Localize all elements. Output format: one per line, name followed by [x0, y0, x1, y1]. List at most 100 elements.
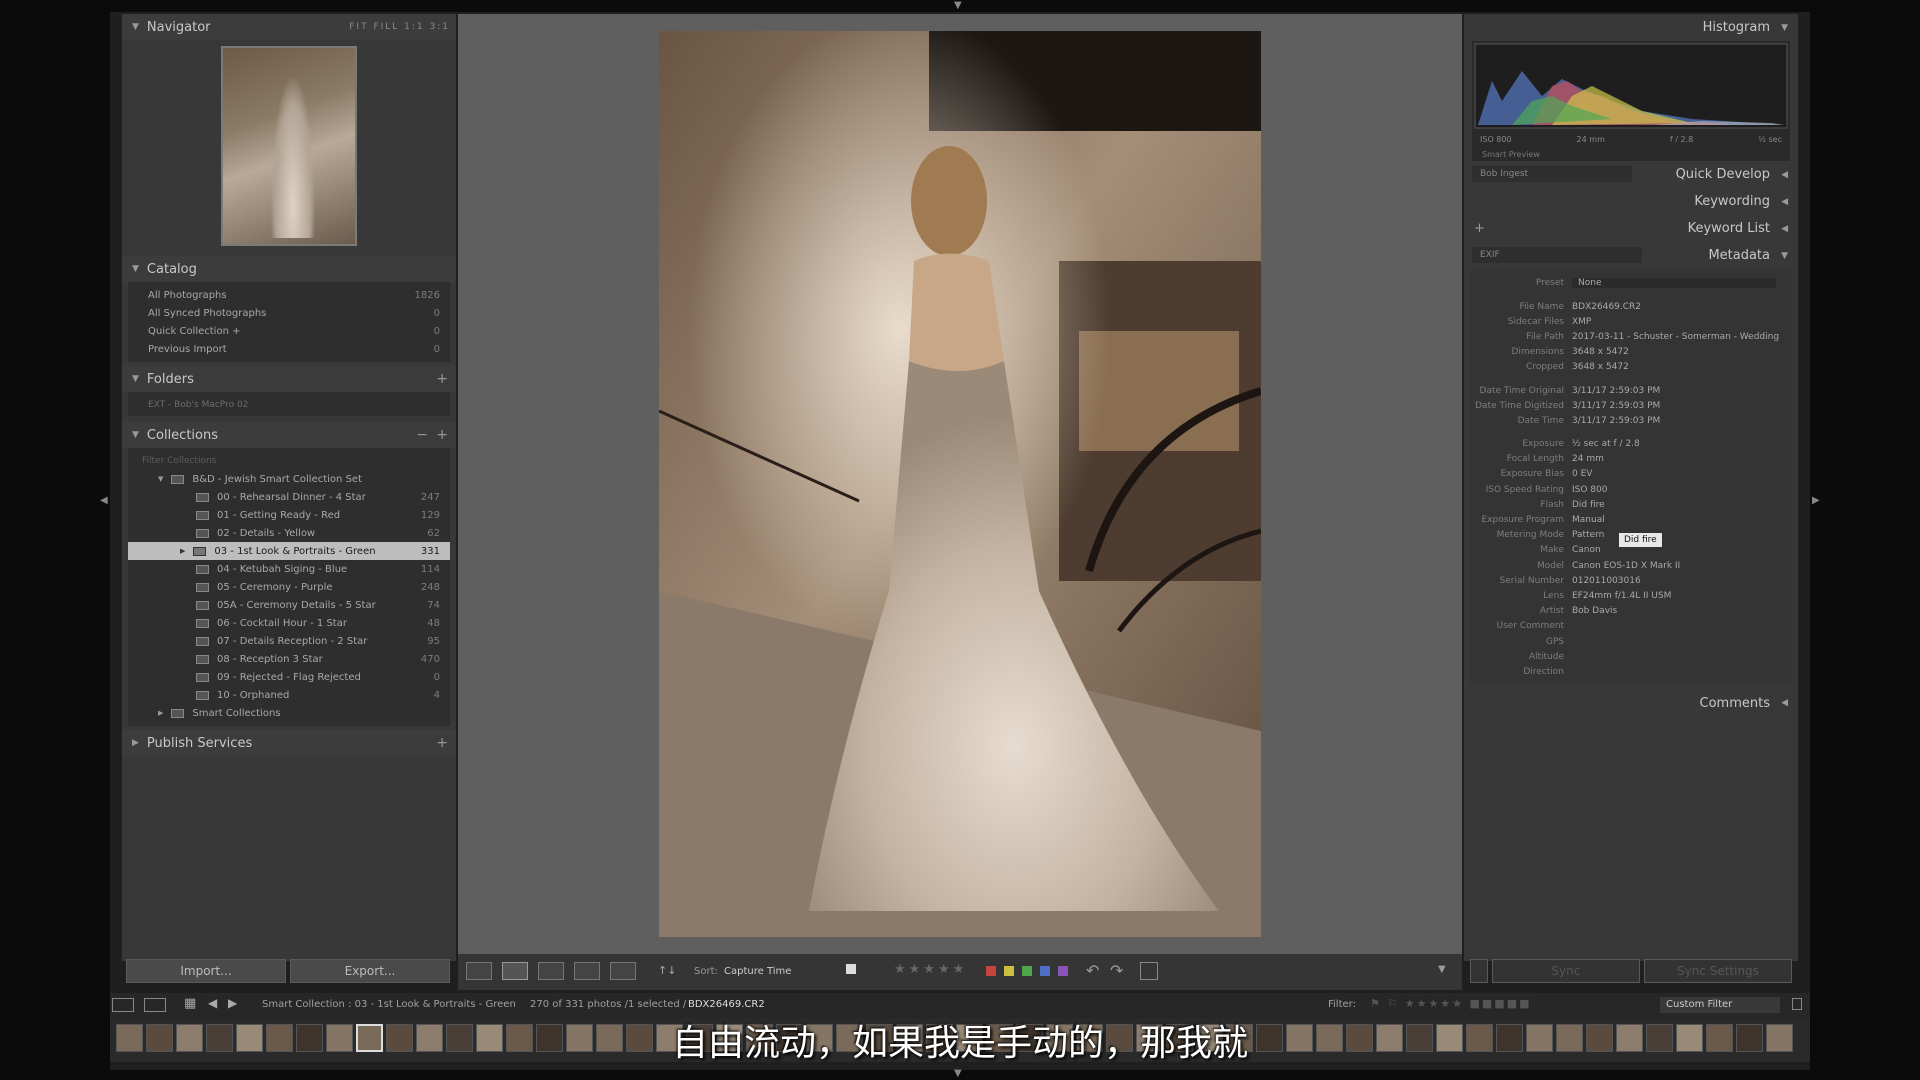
folders-header[interactable]: ▼ Folders + — [122, 366, 456, 392]
import-button[interactable]: Import... — [126, 959, 286, 983]
catalog-list: All Photographs 1826 All Synced Photograp… — [128, 282, 450, 362]
catalog-item[interactable]: Quick Collection +0 — [128, 322, 450, 340]
red-label-icon[interactable] — [986, 966, 996, 976]
collection-set[interactable]: ▼ B&D - Jewish Smart Collection Set — [128, 470, 450, 488]
collection-item[interactable]: 02 - Details - Yellow 62 — [128, 524, 450, 542]
main-window-icon[interactable] — [112, 998, 134, 1012]
collections-list: Filter Collections ▼ B&D - Jewish Smart C… — [128, 448, 450, 726]
expand-triangle-icon[interactable]: ◀ — [1781, 698, 1788, 708]
metadata-row: ISO Speed Rating ISO 800 — [1485, 484, 1608, 495]
green-label-icon[interactable] — [1022, 966, 1032, 976]
metadata-view-select[interactable]: EXIF — [1472, 247, 1642, 263]
sort-select[interactable]: Capture Time — [724, 966, 791, 977]
collection-item[interactable]: 10 - Orphaned 4 — [128, 686, 450, 704]
remove-collection-icon[interactable]: − — [416, 427, 428, 443]
export-button[interactable]: Export... — [290, 959, 450, 983]
top-panel-toggle-icon[interactable]: ▼ — [954, 0, 962, 11]
collapse-triangle-icon[interactable]: ▼ — [132, 374, 139, 384]
collection-item[interactable]: 09 - Rejected - Flag Rejected 0 — [128, 668, 450, 686]
right-panel-toggle-icon[interactable]: ▶ — [1812, 495, 1820, 506]
collection-item[interactable]: 00 - Rehearsal Dinner - 4 Star 247 — [128, 488, 450, 506]
selected-filename[interactable]: BDX26469.CR2 — [688, 999, 765, 1010]
navigator-preview[interactable] — [221, 46, 357, 246]
keyword-list-header[interactable]: + Keyword List ◀ — [1464, 215, 1798, 242]
metadata-row: Cropped 3648 x 5472 — [1526, 362, 1629, 373]
collection-item[interactable]: 05A - Ceremony Details - 5 Star 74 — [128, 596, 450, 614]
collection-item[interactable]: 01 - Getting Ready - Red 129 — [128, 506, 450, 524]
histogram[interactable]: ISO 800 24 mm f / 2.8 ½ sec Smart Previe… — [1472, 41, 1790, 161]
sync-settings-button[interactable]: Sync Settings — [1643, 959, 1793, 983]
collapse-triangle-icon[interactable]: ▼ — [132, 264, 139, 274]
navigator-zoom-options[interactable]: FIT FILL 1:1 3:1 — [349, 22, 450, 32]
expand-triangle-icon[interactable]: ▶ — [180, 547, 185, 555]
expand-triangle-icon[interactable]: ◀ — [1781, 224, 1788, 234]
add-collection-icon[interactable]: + — [436, 427, 448, 443]
expand-triangle-icon[interactable]: ▼ — [158, 475, 163, 483]
loupe-view-icon[interactable] — [502, 962, 528, 980]
expand-triangle-icon[interactable]: ◀ — [1781, 170, 1788, 180]
expand-triangle-icon[interactable]: ◀ — [1781, 197, 1788, 207]
catalog-header[interactable]: ▼ Catalog — [122, 256, 456, 282]
forward-arrow-icon[interactable]: ▶ — [228, 996, 237, 1010]
collection-item[interactable]: 04 - Ketubah Siging - Blue 114 — [128, 560, 450, 578]
left-panel: ▼ Navigator FIT FILL 1:1 3:1 ▼ Catalog A… — [122, 14, 456, 983]
comments-header[interactable]: Comments ◀ — [1464, 690, 1798, 717]
filter-lock-icon[interactable] — [1792, 998, 1802, 1010]
preset-select[interactable]: Bob Ingest — [1472, 166, 1632, 182]
yellow-label-icon[interactable] — [1004, 966, 1014, 976]
publish-services-header[interactable]: ▶ Publish Services + — [122, 730, 456, 756]
expand-triangle-icon[interactable]: ▶ — [158, 709, 163, 717]
metadata-preset-select[interactable]: None — [1572, 278, 1776, 288]
histogram-header[interactable]: Histogram ▼ — [1464, 14, 1798, 41]
rotate-left-icon[interactable]: ↶ — [1086, 961, 1099, 980]
metadata-header[interactable]: EXIF Metadata ▼ — [1464, 242, 1798, 269]
people-view-icon[interactable] — [610, 962, 636, 980]
keywording-header[interactable]: Keywording ◀ — [1464, 188, 1798, 215]
source-breadcrumb[interactable]: Smart Collection : 03 - 1st Look & Portr… — [262, 999, 516, 1010]
collection-item-selected[interactable]: ▶ 03 - 1st Look & Portraits - Green 331 — [128, 542, 450, 560]
collection-item[interactable]: 07 - Details Reception - 2 Star 95 — [128, 632, 450, 650]
collapse-triangle-icon[interactable]: ▼ — [132, 430, 139, 440]
crop-overlay-icon[interactable] — [1140, 962, 1158, 980]
catalog-item[interactable]: All Photographs 1826 — [128, 286, 450, 304]
catalog-item[interactable]: Previous Import 0 — [128, 340, 450, 358]
left-panel-toggle-icon[interactable]: ◀ — [100, 495, 108, 506]
bottom-panel-toggle-icon[interactable]: ▼ — [954, 1068, 962, 1079]
survey-view-icon[interactable] — [574, 962, 600, 980]
quick-develop-header[interactable]: Bob Ingest Quick Develop ◀ — [1464, 161, 1798, 188]
back-arrow-icon[interactable]: ◀ — [208, 996, 217, 1010]
add-folder-icon[interactable]: + — [436, 371, 448, 387]
filter-select[interactable]: Custom Filter — [1660, 997, 1780, 1013]
collapse-triangle-icon[interactable]: ▼ — [132, 22, 139, 32]
grid-view-icon[interactable] — [466, 962, 492, 980]
second-window-icon[interactable] — [144, 998, 166, 1012]
rotate-right-icon[interactable]: ↷ — [1110, 961, 1123, 980]
collection-item[interactable]: 08 - Reception 3 Star 470 — [128, 650, 450, 668]
catalog-item[interactable]: All Synced Photographs 0 — [128, 304, 450, 322]
collections-header[interactable]: ▼ Collections − + — [122, 422, 456, 448]
drive-item[interactable]: EXT - Bob's MacPro 02 — [128, 396, 450, 414]
auto-sync-toggle[interactable] — [1470, 959, 1488, 983]
filter-stars-icon[interactable]: ⚑ ⚐ ★★★★★ ■■■■■ — [1370, 997, 1531, 1010]
compare-view-icon[interactable] — [538, 962, 564, 980]
grid-icon[interactable]: ▦ — [184, 996, 196, 1011]
blue-label-icon[interactable] — [1040, 966, 1050, 976]
expand-triangle-icon[interactable]: ▶ — [132, 738, 139, 748]
collection-item[interactable]: 05 - Ceremony - Purple 248 — [128, 578, 450, 596]
navigator-header[interactable]: ▼ Navigator FIT FILL 1:1 3:1 — [122, 14, 456, 40]
sort-direction-icon[interactable]: ↑↓ — [658, 964, 676, 977]
smart-collections-set[interactable]: ▶ Smart Collections — [128, 704, 450, 722]
collapse-triangle-icon[interactable]: ▼ — [1781, 23, 1788, 33]
star-rating-icon[interactable]: ★★★★★ — [894, 962, 967, 977]
main-photo[interactable] — [659, 31, 1261, 937]
collapse-triangle-icon[interactable]: ▼ — [1781, 251, 1788, 261]
purple-label-icon[interactable] — [1058, 966, 1068, 976]
toolbar-options-icon[interactable]: ▼ — [1438, 964, 1446, 975]
add-publish-service-icon[interactable]: + — [436, 735, 448, 751]
collection-item[interactable]: 06 - Cocktail Hour - 1 Star 48 — [128, 614, 450, 632]
flag-icon[interactable] — [846, 964, 856, 974]
collections-filter-input[interactable]: Filter Collections — [128, 452, 450, 470]
sync-button[interactable]: Sync — [1491, 959, 1640, 983]
metadata-row: Date Time 3/11/17 2:59:03 PM — [1517, 415, 1661, 426]
add-keyword-icon[interactable]: + — [1474, 221, 1485, 236]
